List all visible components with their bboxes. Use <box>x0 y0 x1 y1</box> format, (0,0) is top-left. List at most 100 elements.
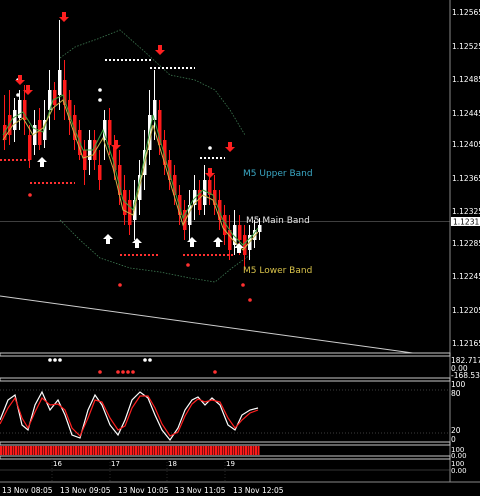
indicator3-bar <box>170 446 172 455</box>
panel-separator <box>0 441 451 446</box>
candle-body <box>98 165 102 180</box>
candle-body <box>53 90 57 105</box>
indicator3-bar <box>17 446 20 455</box>
time-axis: 13 Nov 08:05 13 Nov 09:05 13 Nov 10:05 1… <box>2 486 284 495</box>
time-tick: 13 Nov 08:05 <box>2 486 53 495</box>
indicator3-bar <box>147 446 150 455</box>
indicator3-bar <box>252 446 255 455</box>
indicator1-dot <box>48 358 52 362</box>
indicator1-dot <box>116 370 120 374</box>
indicator3-bar <box>25 446 27 455</box>
indicator3-bar <box>122 446 125 455</box>
time-tick: 13 Nov 11:05 <box>175 486 226 495</box>
indicator3-bar <box>67 446 70 455</box>
indicator3-bar <box>212 446 215 455</box>
indicator1-dot <box>143 358 147 362</box>
trading-chart[interactable]: M5 Upper Band M5 Main Band M5 Lower Band… <box>0 0 480 496</box>
signal-dot <box>186 263 190 267</box>
current-price-value: 1.12311 <box>453 218 480 227</box>
indicator3-bar <box>245 446 247 455</box>
indicator1-dot <box>213 370 217 374</box>
indicator3-bar <box>40 446 42 455</box>
indicator1-dot <box>131 370 135 374</box>
indicator3-bar <box>85 446 87 455</box>
price-tick: 1.12405 <box>452 140 480 149</box>
indicator3-bar <box>7 446 10 455</box>
indicator3-bar <box>130 446 132 455</box>
price-tick: 1.12165 <box>452 339 480 348</box>
indicator3-bar <box>205 446 207 455</box>
stoch-tick: 80 <box>451 389 461 398</box>
indicator3-bar <box>152 446 155 455</box>
indicator3-bar <box>117 446 120 455</box>
indicator3-bar <box>197 446 200 455</box>
indicator3-bar <box>115 446 117 455</box>
indicator3-bar <box>77 446 80 455</box>
stoch-tick: 20 <box>451 426 461 435</box>
indicator3-bar <box>37 446 40 455</box>
indicator1-dot <box>121 370 125 374</box>
indicator3-bar <box>140 446 142 455</box>
time-tick: 13 Nov 12:05 <box>233 486 284 495</box>
indicator3-bar <box>82 446 85 455</box>
indicator3-bar <box>255 446 257 455</box>
indicator3-bar <box>137 446 140 455</box>
indicator3-bar <box>60 446 62 455</box>
lower-band-label: M5 Lower Band <box>243 266 312 276</box>
indicator3-bar <box>27 446 30 455</box>
indicator3-bar <box>162 446 165 455</box>
indicator3-bar <box>167 446 170 455</box>
indicator1-bottom-label: -168.535 <box>451 371 480 380</box>
indicator3-bar <box>257 446 260 455</box>
indicator1-dot <box>53 358 57 362</box>
indicator3-bar <box>92 446 95 455</box>
stoch-tick: 0 <box>451 435 456 444</box>
indicator3-bar <box>202 446 205 455</box>
indicator3-bar <box>57 446 60 455</box>
indicator3-bar <box>225 446 227 455</box>
candle-body <box>38 120 42 145</box>
indicator3-bar <box>72 446 75 455</box>
signal-dot <box>248 298 252 302</box>
price-tick: 1.12285 <box>452 239 480 248</box>
signal-dot <box>28 193 32 197</box>
indicator3-bar <box>55 446 57 455</box>
indicator3-bar <box>65 446 67 455</box>
indicator3-bar <box>150 446 152 455</box>
indicator3-bar <box>10 446 12 455</box>
price-tick: 1.12525 <box>452 42 480 51</box>
indicator3-bar <box>240 446 242 455</box>
indicator3-bar <box>90 446 92 455</box>
price-tick: 1.12565 <box>452 8 480 17</box>
indicator3-bar <box>160 446 162 455</box>
indicator3-bar <box>242 446 245 455</box>
indicator3-bar <box>45 446 47 455</box>
indicator3-bar <box>22 446 25 455</box>
candle-body <box>238 225 242 240</box>
indicator3-bar <box>42 446 45 455</box>
indicator3-bar <box>237 446 240 455</box>
indicator3-bar <box>2 446 5 455</box>
indicator3-bar <box>195 446 197 455</box>
indicator3-bar <box>52 446 55 455</box>
indicator3-bar <box>120 446 122 455</box>
candle-body <box>58 70 62 95</box>
indicator1-dot <box>126 370 130 374</box>
indicator3-bar <box>232 446 235 455</box>
indicator3-bar <box>250 446 252 455</box>
indicator3-bar <box>107 446 110 455</box>
candle-body <box>228 230 232 250</box>
hour-marker: 18 <box>168 460 177 468</box>
indicator3-bar <box>177 446 180 455</box>
indicator3-bar <box>200 446 202 455</box>
indicator3-bar <box>135 446 137 455</box>
price-tick: 1.12485 <box>452 75 480 84</box>
indicator3-bar <box>175 446 177 455</box>
indicator3-bar <box>5 446 7 455</box>
ind3-bottom-label: 0.00 <box>451 452 467 460</box>
indicator3-bar <box>207 446 210 455</box>
signal-dot <box>118 283 122 287</box>
indicator3-bar <box>142 446 145 455</box>
time-tick: 13 Nov 10:05 <box>118 486 169 495</box>
indicator3-bar <box>50 446 52 455</box>
